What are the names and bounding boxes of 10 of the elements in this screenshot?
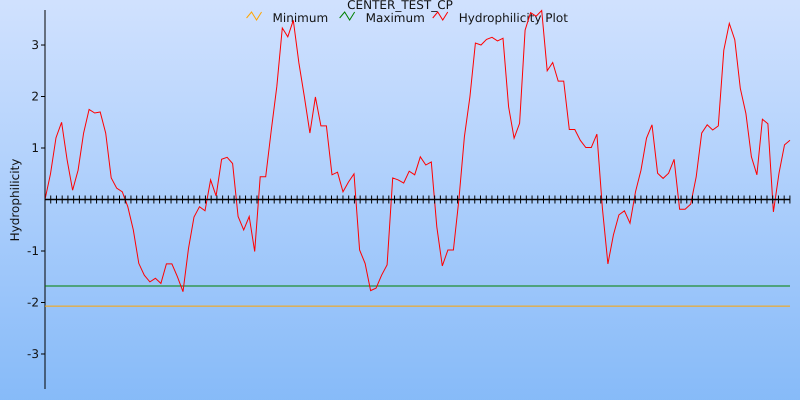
tick-label: 1 <box>31 141 39 155</box>
tick-label: 2 <box>31 90 39 104</box>
tick-label: -3 <box>27 346 39 361</box>
tick-label: -1 <box>27 244 39 258</box>
tick-label: -2 <box>27 296 39 310</box>
axis-title: Hydrophilicity <box>8 158 22 242</box>
legend-label: Minimum <box>272 11 328 25</box>
tick-label: 3 <box>31 38 39 52</box>
legend-label: Maximum <box>366 11 425 25</box>
chart-title: CENTER_TEST_CP <box>347 0 453 12</box>
